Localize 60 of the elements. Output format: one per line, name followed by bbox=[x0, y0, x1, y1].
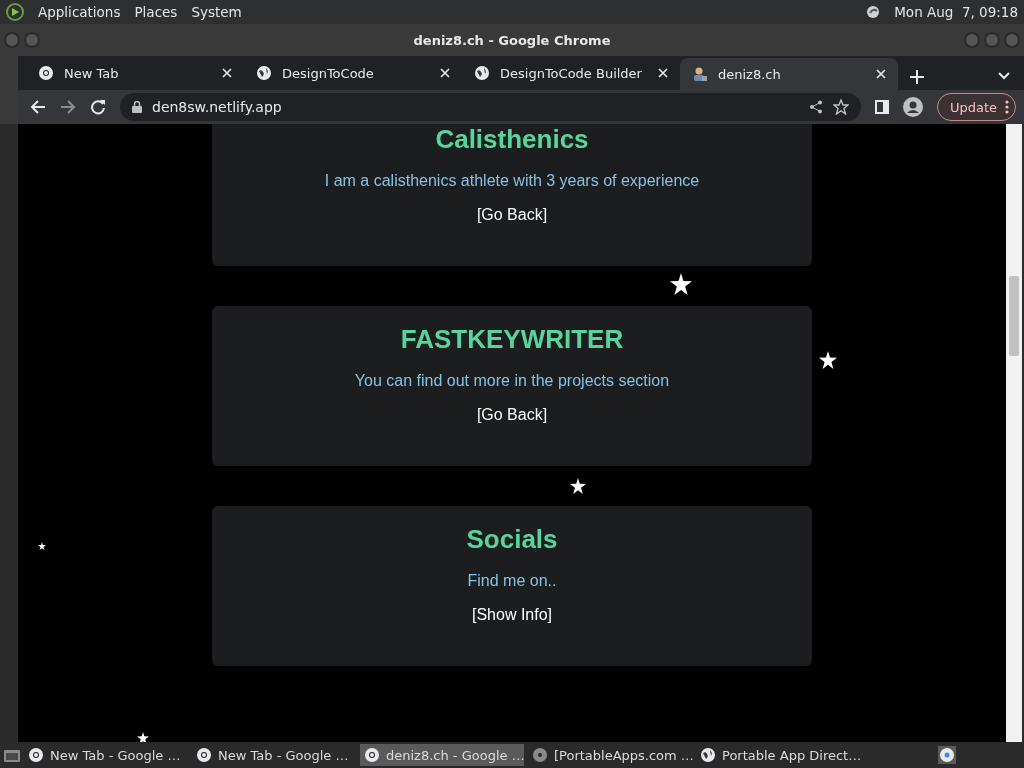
browser-tab[interactable]: DesignToCode Builder bbox=[462, 58, 680, 88]
star-icon bbox=[570, 478, 586, 494]
chrome-logo-icon bbox=[196, 747, 212, 763]
chrome-logo-icon bbox=[364, 747, 380, 763]
card-text: You can find out more in the projects section bbox=[354, 372, 670, 390]
star-icon bbox=[38, 542, 46, 550]
star-icon bbox=[670, 273, 692, 295]
taskbar-item[interactable]: New Tab - Google … bbox=[192, 744, 356, 766]
chrome-logo-icon bbox=[38, 65, 54, 81]
menu-logo-icon[interactable] bbox=[6, 3, 24, 21]
lock-icon bbox=[132, 101, 142, 113]
address-bar[interactable]: den8sw.netlify.app bbox=[120, 93, 861, 121]
card-text: I am a calisthenics athlete with 3 years of experience bbox=[324, 172, 700, 190]
card-link[interactable]: [Show Info] bbox=[471, 606, 552, 624]
bookmark-star-icon[interactable] bbox=[832, 99, 849, 115]
taskbar-item[interactable]: New Tab - Google … bbox=[24, 744, 188, 766]
globe-icon bbox=[700, 747, 716, 763]
profile-avatar-icon[interactable] bbox=[902, 97, 923, 117]
taskbar-item[interactable]: Portable App Direct… bbox=[696, 744, 860, 766]
panel-menu[interactable]: System bbox=[191, 4, 242, 20]
panel-menu[interactable]: Applications bbox=[38, 4, 121, 20]
show-desktop-icon[interactable] bbox=[4, 748, 20, 762]
taskbar-item[interactable]: deniz8.ch - Google … bbox=[360, 744, 524, 766]
card-title: Socials bbox=[466, 524, 558, 555]
browser-tab[interactable]: New Tab bbox=[26, 58, 244, 88]
taskbar-item[interactable]: [PortableApps.com … bbox=[528, 744, 692, 766]
card-text: Find me on.. bbox=[467, 572, 557, 590]
star-icon bbox=[137, 732, 149, 742]
globe-icon bbox=[256, 65, 272, 81]
card-link[interactable]: [Go Back] bbox=[476, 406, 548, 424]
clock-text[interactable]: Mon Aug 7, 09:18 bbox=[894, 4, 1018, 20]
chevron-down-icon[interactable] bbox=[998, 72, 1010, 80]
back-arrow-icon[interactable] bbox=[30, 99, 46, 115]
new-tab-plus-icon[interactable] bbox=[910, 70, 924, 84]
share-icon[interactable] bbox=[808, 100, 823, 114]
close-icon[interactable] bbox=[222, 68, 232, 78]
close-icon[interactable] bbox=[440, 68, 450, 78]
update-button[interactable]: Update bbox=[936, 93, 1016, 121]
browser-tab[interactable]: DesignToCode bbox=[244, 58, 462, 88]
browser-tab[interactable]: deniz8.ch bbox=[680, 58, 898, 90]
disc-icon bbox=[532, 747, 548, 763]
panel-menu[interactable]: Places bbox=[134, 4, 178, 20]
chrome-logo-icon bbox=[28, 747, 44, 763]
scrollbar-thumb[interactable] bbox=[1009, 276, 1019, 356]
window-title: deniz8.ch - Google Chrome bbox=[413, 32, 611, 48]
reload-icon[interactable] bbox=[90, 99, 106, 115]
more-dots-icon[interactable] bbox=[1005, 100, 1009, 114]
side-panel-icon[interactable] bbox=[874, 100, 889, 114]
person-avatar-icon bbox=[692, 66, 708, 82]
scrollbar[interactable] bbox=[1006, 124, 1022, 742]
star-icon bbox=[819, 351, 837, 369]
forward-arrow-icon[interactable] bbox=[60, 99, 76, 115]
card-title: FASTKEYWRITER bbox=[400, 324, 624, 355]
close-icon[interactable] bbox=[876, 69, 886, 79]
network-icon[interactable] bbox=[866, 5, 881, 19]
card-link[interactable]: [Go Back] bbox=[476, 206, 548, 224]
card-title: Calisthenics bbox=[435, 124, 589, 155]
chrome-logo-icon[interactable] bbox=[938, 746, 956, 764]
close-icon[interactable] bbox=[658, 68, 668, 78]
globe-icon bbox=[474, 65, 490, 81]
